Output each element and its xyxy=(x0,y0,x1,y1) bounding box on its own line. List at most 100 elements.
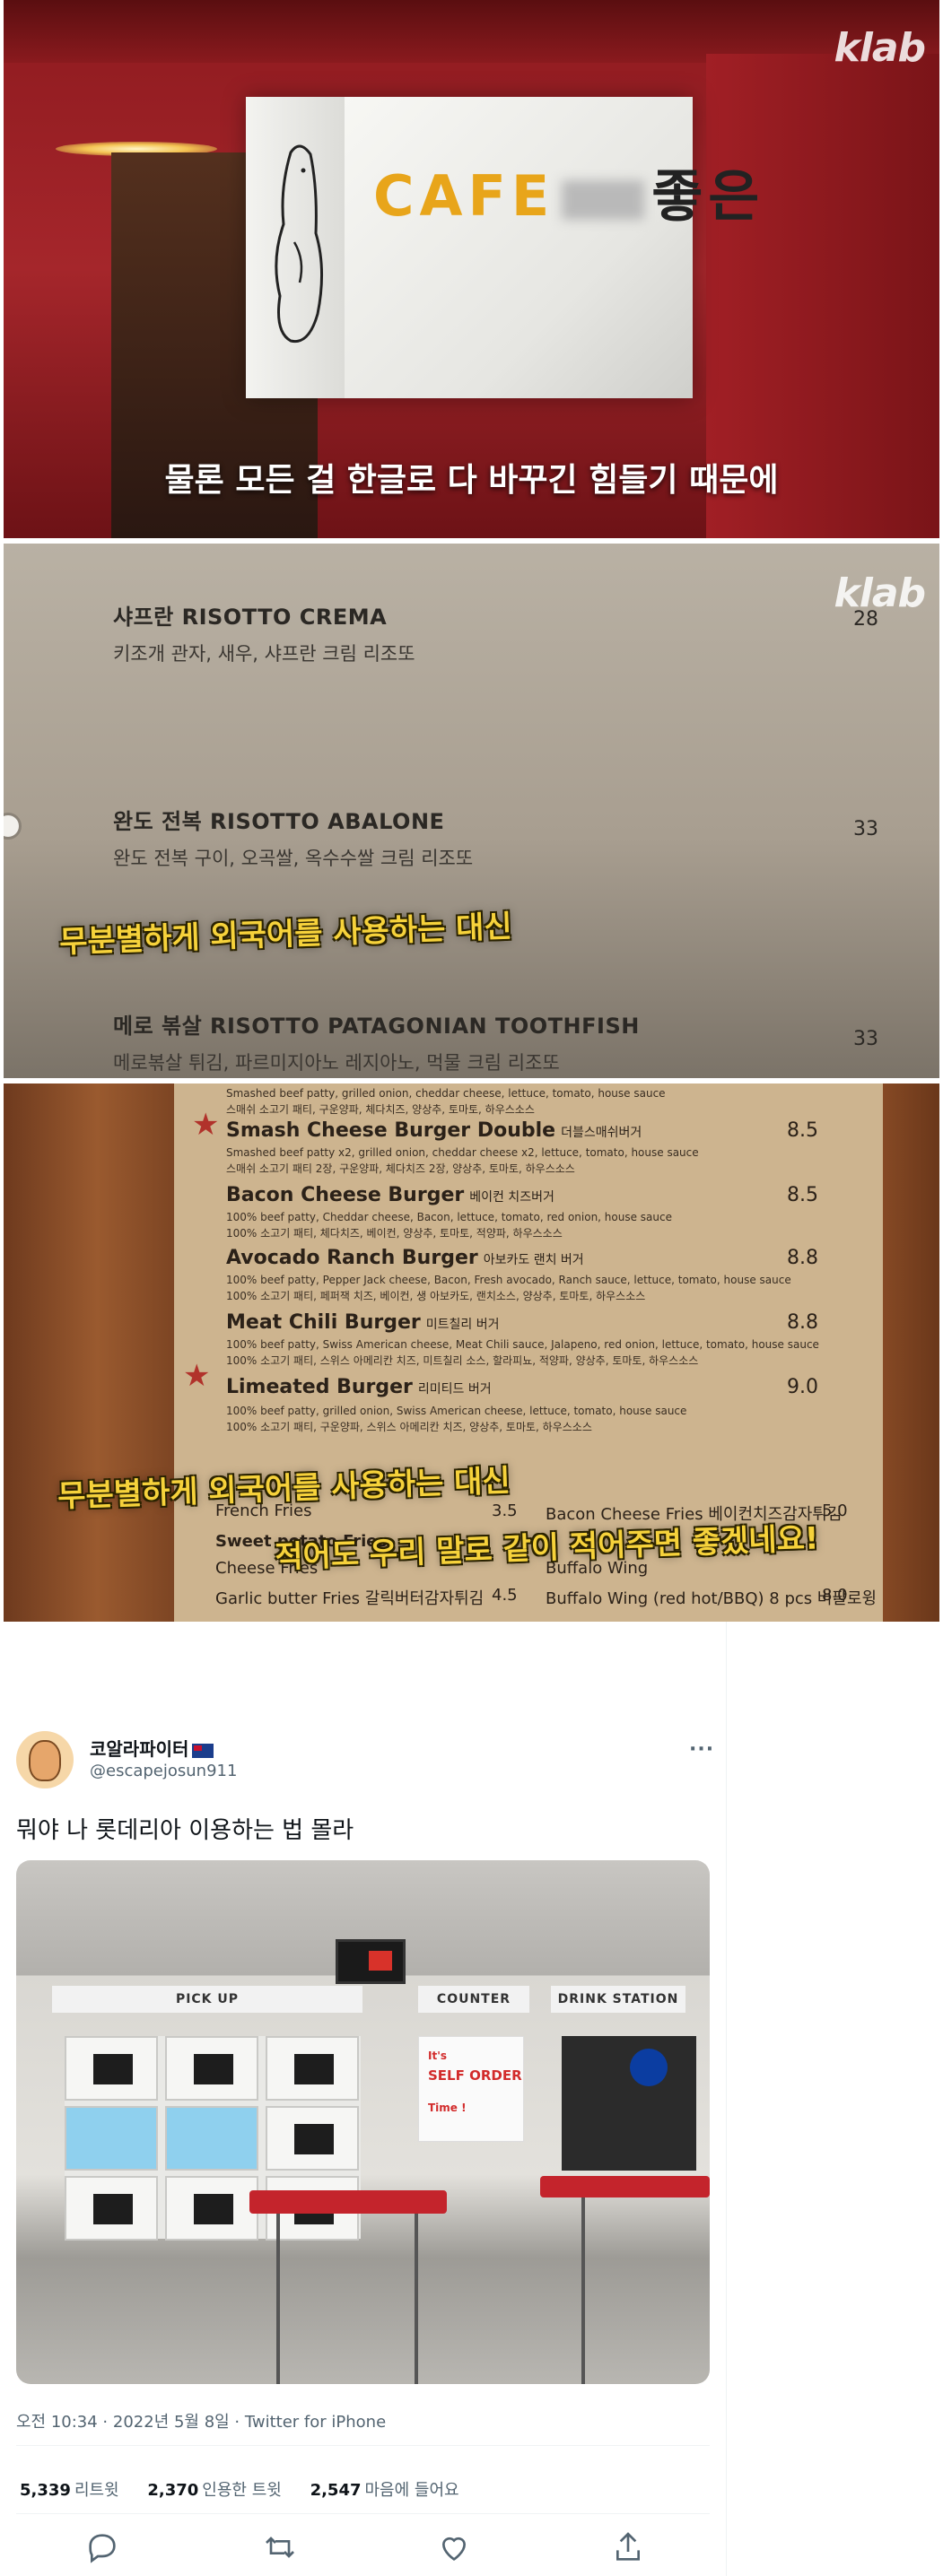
burger-kor: 미트칠리 버거 xyxy=(425,1318,500,1332)
like-icon[interactable] xyxy=(436,2529,472,2565)
locker-cell xyxy=(65,2176,158,2241)
table-leg xyxy=(581,2197,585,2384)
tv-screen xyxy=(336,1939,406,1984)
menu-item-desc: 메로볶살 튀김, 파르미지아노 레지아노, 먹물 크림 리조또 xyxy=(113,1052,560,1074)
quote-label: 인용한 트윗 xyxy=(202,2481,282,2500)
burger-desc: 100% beef patty, Cheddar cheese, Bacon, … xyxy=(226,1211,672,1223)
tweet-actions xyxy=(0,2529,727,2565)
locker-screen xyxy=(93,2194,133,2224)
blurred-text xyxy=(562,179,645,220)
side-price: 5.0 xyxy=(822,1501,848,1520)
menu-item-desc: 키조개 관자, 새우, 샤프란 크림 리조또 xyxy=(113,643,415,665)
poster-bottom: Time ! xyxy=(428,2102,467,2114)
burger-name: Smash Cheese Burger Double xyxy=(226,1119,556,1142)
locker-screen xyxy=(294,2124,334,2154)
burger-desc-kor: 스매쉬 소고기 패티, 구운양파, 체다치즈, 양상추, 토마토, 하우스소스 xyxy=(226,1103,535,1116)
avatar[interactable] xyxy=(16,1731,74,1788)
klab-watermark: klab xyxy=(834,25,926,71)
menu-hole xyxy=(4,813,22,840)
burger-desc: 100% beef patty, Swiss American cheese, … xyxy=(226,1338,819,1351)
red-table xyxy=(249,2190,447,2214)
locker-screen xyxy=(194,2054,233,2084)
drink-station xyxy=(562,2036,696,2171)
table-leg xyxy=(276,2214,280,2384)
quote-count: 2,370 xyxy=(147,2481,199,2500)
avatar-face xyxy=(29,1740,61,1781)
risotto-menu-frame: klab 샤프란 RISOTTO CREMA 키조개 관자, 새우, 샤프란 크… xyxy=(4,544,939,1078)
locker-cell xyxy=(266,2036,359,2101)
side-name: Garlic butter Fries 갈릭버터감자튀김 xyxy=(215,1589,485,1608)
burger-kor: 리미티드 버거 xyxy=(417,1382,492,1397)
menu-item-price: 33 xyxy=(853,1028,878,1050)
red-table xyxy=(540,2176,710,2197)
burger-price: 8.5 xyxy=(787,1184,818,1206)
burger-kor: 베이컨 치즈버거 xyxy=(469,1190,554,1205)
counter-sign: COUNTER xyxy=(418,1986,529,2013)
menu-item-name: 완도 전복 RISOTTO ABALONE xyxy=(113,809,445,834)
burger-desc: 100% beef patty, Pepper Jack cheese, Bac… xyxy=(226,1274,791,1286)
like-stat[interactable]: 2,547 마음에 들어요 xyxy=(310,2481,459,2500)
poster-top: It's xyxy=(428,2049,448,2062)
burger-name: Meat Chili Burger xyxy=(226,1311,421,1334)
locker-cell xyxy=(165,2106,258,2171)
burger-desc-kor: 100% 소고기 패티, 구운양파, 스위스 아메리칸 치즈, 양상추, 토마토… xyxy=(226,1421,592,1433)
retweet-icon[interactable] xyxy=(262,2529,298,2565)
menu-item-price: 33 xyxy=(853,818,878,840)
side-price: 4.5 xyxy=(492,1586,518,1605)
locker-cell xyxy=(165,2036,258,2101)
locker-cell xyxy=(165,2176,258,2241)
quote-stat[interactable]: 2,370 인용한 트윗 xyxy=(147,2481,281,2500)
burger-line: Avocado Ranch Burger 아보카도 랜치 버거 8.8 xyxy=(226,1247,836,1269)
menu-item: 샤프란 RISOTTO CREMA 키조개 관자, 새우, 샤프란 크림 리조또 xyxy=(113,599,415,666)
more-options-icon[interactable]: ··· xyxy=(689,1738,714,1761)
burger-kor: 더블스매쉬버거 xyxy=(561,1126,642,1140)
burger-name: Limeated Burger xyxy=(226,1376,413,1398)
menu-item-name: 샤프란 RISOTTO CREMA xyxy=(113,605,388,630)
cafe-sign-frame: CAFE 좋은 klab 물론 모든 걸 한글로 다 바꾸긴 힘들기 때문에 xyxy=(4,0,939,538)
display-name[interactable]: 코알라파이터 xyxy=(90,1735,214,1761)
cafe-sign-text: CAFE 좋은 xyxy=(373,151,764,231)
locker-screen xyxy=(294,2054,334,2084)
burger-line: Smash Cheese Burger Double 더블스매쉬버거 8.5 xyxy=(226,1119,836,1142)
menu-item-price: 28 xyxy=(853,608,878,631)
pepsi-logo-icon xyxy=(630,2049,668,2086)
locker-screen xyxy=(93,2054,133,2084)
share-icon[interactable] xyxy=(610,2529,646,2565)
burger-desc-kor: 100% 소고기 패티, 스위스 아메리칸 치즈, 미트칠리 소스, 할라피뇨,… xyxy=(226,1354,699,1367)
self-order-poster: It's SELF ORDER Time ! xyxy=(418,2036,524,2142)
display-name-text: 코알라파이터 xyxy=(90,1738,189,1760)
side-price: 8.0 xyxy=(822,1586,848,1605)
video-caption: 무분별하게 외국어를 사용하는 대신 xyxy=(58,909,513,961)
klab-watermark: klab xyxy=(834,570,926,616)
reply-icon[interactable] xyxy=(84,2529,120,2565)
locker-cell xyxy=(266,2106,359,2171)
locker-cell xyxy=(65,2106,158,2171)
burger-desc-kor: 100% 소고기 패티, 페퍼잭 치즈, 베이컨, 생 아보카도, 랜치소스, … xyxy=(226,1290,646,1302)
pickup-sign: PICK UP xyxy=(52,1986,362,2013)
divider xyxy=(16,2445,710,2446)
drink-station-sign: DRINK STATION xyxy=(551,1986,685,2013)
tweet-body: 코알라파이터 @escapejosun911 ··· 뭐야 나 롯데리아 이용하… xyxy=(0,1622,727,2576)
burger-name: Bacon Cheese Burger xyxy=(226,1184,465,1206)
retweet-stat[interactable]: 5,339 리트윗 xyxy=(20,2481,119,2500)
star-icon: ★ xyxy=(192,1107,220,1143)
tweet-photo[interactable]: PICK UP COUNTER DRINK STATION It's SELF … xyxy=(16,1860,710,2384)
divider xyxy=(16,2513,710,2514)
tweet-timestamp[interactable]: 오전 10:34 · 2022년 5월 8일 · Twitter for iPh… xyxy=(16,2409,386,2432)
star-icon: ★ xyxy=(183,1358,211,1394)
burger-price: 8.8 xyxy=(787,1247,818,1269)
menu-item: 메로 볶살 RISOTTO PATAGONIAN TOOTHFISH 메로볶살 … xyxy=(113,1008,640,1075)
like-label: 마음에 들어요 xyxy=(364,2481,459,2500)
user-handle[interactable]: @escapejosun911 xyxy=(90,1762,237,1780)
tweet-card: 코알라파이터 @escapejosun911 ··· 뭐야 나 롯데리아 이용하… xyxy=(0,1622,943,2576)
locker-cell xyxy=(65,2036,158,2101)
sign-cafe: CAFE xyxy=(373,163,555,229)
burger-price: 8.5 xyxy=(787,1119,818,1142)
burger-desc: Smashed beef patty, grilled onion, chedd… xyxy=(226,1087,666,1100)
poster-mid: SELF ORDER xyxy=(428,2067,522,2084)
menu-item: 완도 전복 RISOTTO ABALONE 완도 전복 구이, 오곡쌀, 옥수수… xyxy=(113,804,473,871)
burger-name: Avocado Ranch Burger xyxy=(226,1247,478,1269)
retweet-label: 리트윗 xyxy=(74,2481,119,2500)
burger-desc: 100% beef patty, grilled onion, Swiss Am… xyxy=(226,1405,687,1417)
burger-desc-kor: 100% 소고기 패티, 체다치즈, 베이컨, 양상추, 토마토, 적양파, 하… xyxy=(226,1227,563,1240)
